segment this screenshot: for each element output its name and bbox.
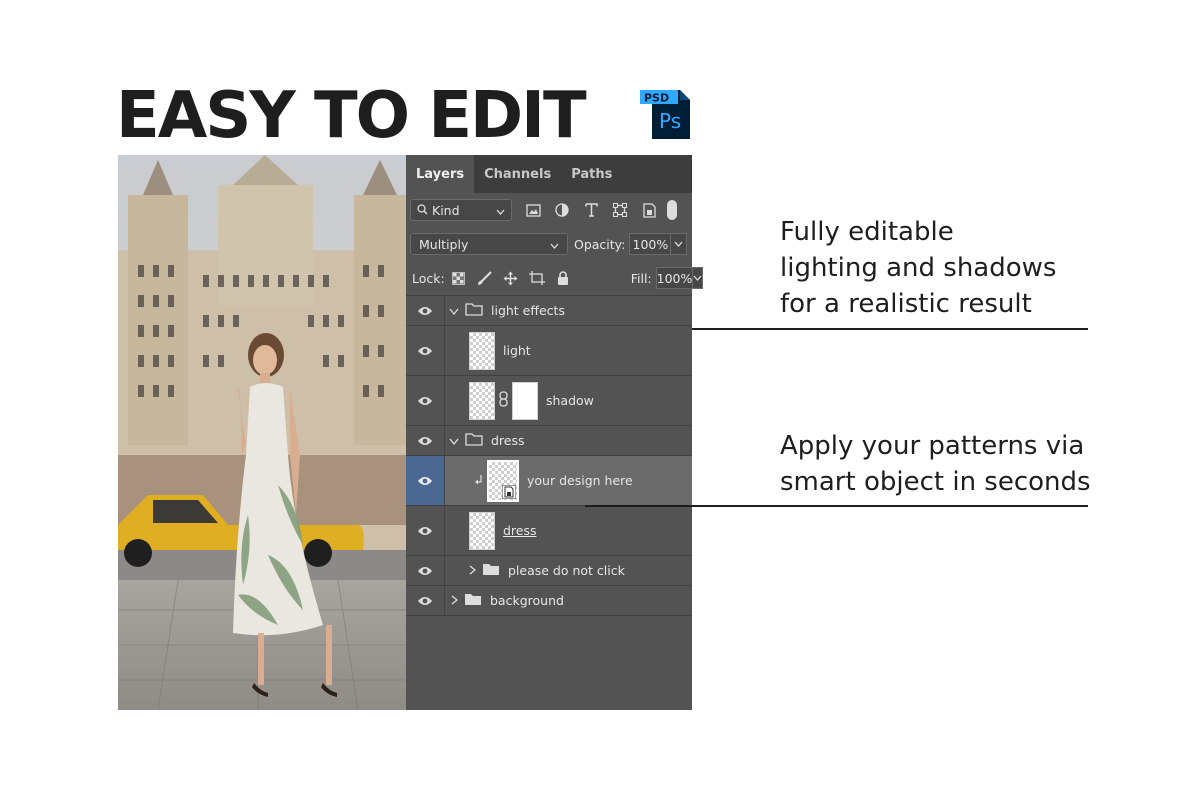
layer-group-light-effects[interactable]: light effects <box>406 296 692 326</box>
fill-slider-toggle[interactable] <box>693 267 704 289</box>
chevron-right-icon[interactable] <box>451 593 459 608</box>
chevron-down-icon <box>550 237 559 252</box>
callout-smart-object: Apply your patterns via smart object in … <box>780 428 1091 500</box>
callout-lighting: Fully editable lighting and shadows for … <box>780 214 1056 322</box>
folder-icon <box>465 302 483 319</box>
psd-label: PSD <box>644 92 669 105</box>
fill-label: Fill: <box>630 270 652 286</box>
layer-shadow[interactable]: shadow <box>406 376 692 426</box>
ps-label: Ps <box>659 109 681 133</box>
layer-name: light effects <box>491 303 565 318</box>
image-filter-icon[interactable] <box>524 201 542 219</box>
layer-thumbnail <box>469 331 495 370</box>
opacity-label: Opacity: <box>574 236 626 252</box>
layer-name: please do not click <box>508 563 625 578</box>
folder-icon <box>482 563 500 579</box>
fill-field[interactable]: 100% <box>655 267 694 289</box>
callout-line: Apply your patterns via <box>780 431 1085 461</box>
opacity-slider-toggle[interactable] <box>671 233 688 255</box>
search-icon <box>417 203 428 218</box>
chevron-down-icon[interactable] <box>449 433 459 448</box>
blend-mode-dropdown[interactable]: Multiply <box>410 233 568 255</box>
layer-your-design-here[interactable]: your design here <box>406 456 692 506</box>
tab-layers[interactable]: Layers <box>406 155 475 193</box>
eye-icon[interactable] <box>406 586 445 615</box>
eye-icon[interactable] <box>406 296 445 325</box>
filter-icons <box>524 201 658 219</box>
layer-group-please-do-not-click[interactable]: please do not click <box>406 556 692 586</box>
kind-filter-dropdown[interactable]: Kind <box>410 199 512 221</box>
layer-name: light <box>503 343 531 358</box>
layer-name: dress <box>503 523 537 538</box>
lock-row: Lock: Fill: 100% <box>406 261 704 295</box>
layer-name: shadow <box>546 393 594 408</box>
panel-tabs: Layers Channels Paths <box>406 155 692 193</box>
type-filter-icon[interactable] <box>582 201 600 219</box>
transparency-lock-icon[interactable] <box>451 270 467 286</box>
model-photo <box>118 155 406 710</box>
callout-line: smart object in seconds <box>780 467 1091 497</box>
layers-panel: Layers Channels Paths Kind Multiply Opac… <box>406 155 704 710</box>
callout-connector-line <box>692 328 1088 330</box>
headline: EASY TO EDIT <box>116 79 587 153</box>
lock-label: Lock: <box>412 270 445 286</box>
blend-row: Multiply Opacity: 100% <box>406 227 692 261</box>
folder-icon <box>464 593 482 609</box>
layer-group-dress[interactable]: dress <box>406 426 692 456</box>
tab-paths[interactable]: Paths <box>561 155 622 193</box>
layer-group-background[interactable]: background <box>406 586 692 616</box>
folder-icon <box>465 432 483 449</box>
brush-icon[interactable] <box>477 270 493 286</box>
layer-name: background <box>490 593 564 608</box>
eye-icon[interactable] <box>406 326 445 375</box>
kind-label: Kind <box>432 202 460 218</box>
eye-icon[interactable] <box>406 456 445 505</box>
layer-thumbnail <box>469 381 495 420</box>
layers-list: light effects light shadow dress your de… <box>406 295 692 616</box>
photoshop-file-icon: PSD Ps <box>640 88 692 140</box>
smart-object-filter-icon[interactable] <box>640 201 658 219</box>
filter-row: Kind <box>406 193 692 227</box>
callout-line: lighting and shadows <box>780 253 1057 283</box>
chevron-down-icon <box>496 203 505 218</box>
eye-icon[interactable] <box>406 426 445 455</box>
adjustment-filter-icon[interactable] <box>553 201 571 219</box>
callout-line: for a realistic result <box>780 289 1032 319</box>
eye-icon[interactable] <box>406 556 445 585</box>
lock-icon[interactable] <box>555 270 571 286</box>
chevron-down-icon[interactable] <box>449 303 459 318</box>
chevron-right-icon[interactable] <box>469 563 477 578</box>
chevron-down-icon <box>674 241 683 247</box>
eye-icon[interactable] <box>406 506 445 555</box>
shape-filter-icon[interactable] <box>611 201 629 219</box>
filter-toggle[interactable] <box>667 200 677 220</box>
opacity-field[interactable]: 100% <box>629 233 672 255</box>
clipping-arrow-icon <box>475 473 483 488</box>
tab-channels[interactable]: Channels <box>474 155 561 193</box>
layer-name: dress <box>491 433 525 448</box>
callout-connector-line <box>585 505 1088 507</box>
layer-thumbnail <box>469 511 495 550</box>
move-icon[interactable] <box>503 270 519 286</box>
eye-icon[interactable] <box>406 376 445 425</box>
smart-object-thumbnail[interactable] <box>487 459 519 502</box>
layer-dress[interactable]: dress <box>406 506 692 556</box>
chevron-down-icon <box>693 275 702 281</box>
layer-light[interactable]: light <box>406 326 692 376</box>
layer-mask-thumbnail[interactable] <box>512 381 538 420</box>
callout-line: Fully editable <box>780 217 954 247</box>
chain-link-icon[interactable] <box>499 391 508 410</box>
lock-icons <box>451 270 571 286</box>
blend-mode-value: Multiply <box>419 236 469 252</box>
artboard-lock-icon[interactable] <box>528 270 545 286</box>
layer-name: your design here <box>527 473 633 488</box>
